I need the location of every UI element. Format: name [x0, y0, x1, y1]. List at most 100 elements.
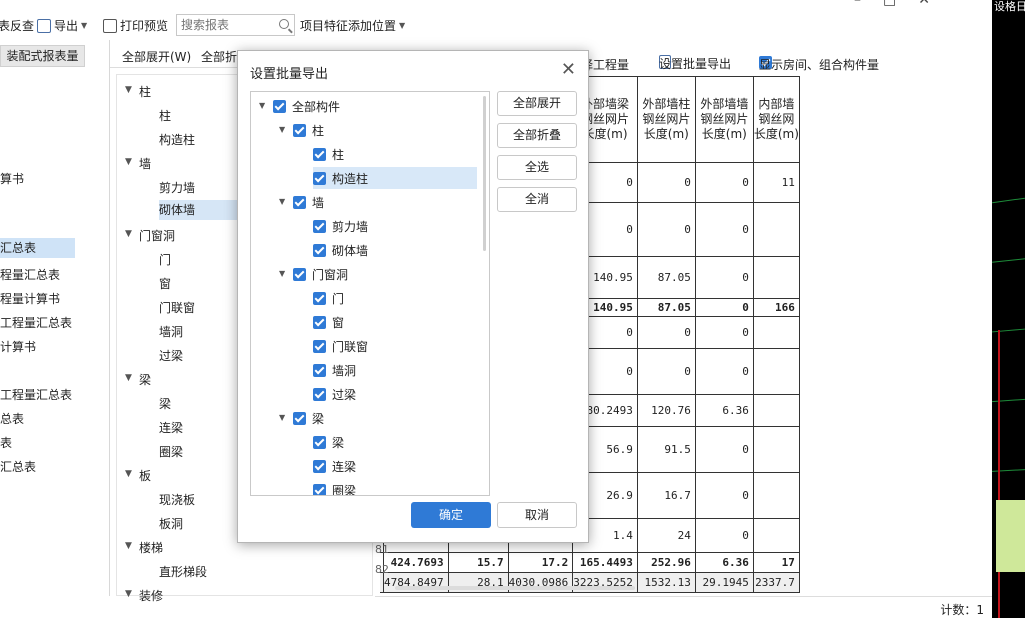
- expand-triangle-icon[interactable]: ▼: [279, 125, 285, 134]
- expand-triangle-icon[interactable]: ▼: [279, 197, 285, 206]
- ok-button[interactable]: 确定: [411, 502, 491, 528]
- table-cell[interactable]: 0: [694, 316, 754, 349]
- tree-item[interactable]: 板洞: [159, 515, 183, 532]
- table-cell[interactable]: 0: [636, 348, 696, 395]
- table-cell[interactable]: [752, 256, 800, 299]
- dialog-tree-item[interactable]: 剪力墙: [313, 215, 368, 237]
- table-cell[interactable]: 1532.13: [636, 572, 696, 593]
- tree-item[interactable]: 墙: [139, 155, 151, 172]
- tree-item[interactable]: 柱: [139, 83, 151, 100]
- dialog-tree-item[interactable]: 门联窗: [313, 335, 368, 357]
- tree-item[interactable]: 装修: [139, 587, 163, 604]
- table-cell[interactable]: [752, 394, 800, 427]
- expand-triangle-icon[interactable]: ▼: [125, 469, 132, 479]
- expand-all-button[interactable]: 全部展开: [497, 91, 577, 116]
- checkbox-icon[interactable]: [293, 411, 306, 425]
- tree-item[interactable]: 现浇板: [159, 491, 195, 508]
- checkbox-icon[interactable]: [313, 339, 326, 353]
- tree-item[interactable]: 板: [139, 467, 151, 484]
- table-cell[interactable]: 0: [636, 316, 696, 349]
- search-input[interactable]: [177, 15, 273, 35]
- table-cell[interactable]: [752, 426, 800, 473]
- print-preview-button[interactable]: 打印预览: [103, 17, 168, 34]
- table-cell[interactable]: 424.7693: [383, 552, 449, 573]
- maximize-icon[interactable]: □: [883, 0, 918, 8]
- tree-item[interactable]: 柱: [159, 107, 171, 124]
- checkbox-icon[interactable]: [313, 147, 326, 161]
- table-cell[interactable]: 0: [694, 426, 754, 473]
- table-cell[interactable]: 6.36: [694, 394, 754, 427]
- tree-item[interactable]: 剪力墙: [159, 179, 195, 196]
- expand-triangle-icon[interactable]: ▼: [125, 589, 132, 599]
- tree-item[interactable]: 连梁: [159, 419, 183, 436]
- reverse-lookup-button[interactable]: 表反查: [0, 17, 34, 34]
- checkbox-icon[interactable]: [313, 435, 326, 449]
- dialog-tree-item[interactable]: 门: [313, 287, 344, 309]
- checkbox-icon[interactable]: [313, 291, 326, 305]
- tree-item[interactable]: 圈梁: [159, 443, 183, 460]
- table-cell[interactable]: 6.36: [694, 552, 754, 573]
- report-item[interactable]: 程量计算书: [0, 290, 60, 307]
- dialog-tree-item[interactable]: 梁: [313, 431, 344, 453]
- checkbox-icon[interactable]: [313, 363, 326, 377]
- expand-triangle-icon[interactable]: ▼: [125, 85, 132, 95]
- tree-item[interactable]: 直形梯段: [159, 563, 207, 580]
- table-cell[interactable]: 11: [752, 162, 800, 203]
- dialog-tree-item[interactable]: 全部构件: [273, 95, 340, 117]
- select-all-button[interactable]: 全选: [497, 155, 577, 180]
- table-cell[interactable]: 91.5: [636, 426, 696, 473]
- cancel-button[interactable]: 取消: [497, 502, 577, 528]
- expand-triangle-icon[interactable]: ▼: [125, 229, 132, 239]
- tree-item[interactable]: 砌体墙: [159, 200, 237, 220]
- dialog-tree-item[interactable]: 连梁: [313, 455, 356, 477]
- expand-triangle-icon[interactable]: ▼: [125, 373, 132, 383]
- table-cell[interactable]: 0: [694, 162, 754, 203]
- close-icon[interactable]: ✕: [561, 59, 576, 80]
- expand-triangle-icon[interactable]: ▼: [259, 101, 265, 110]
- report-item[interactable]: 算书: [0, 170, 24, 187]
- dialog-tree-item[interactable]: 门窗洞: [293, 263, 348, 285]
- tree-item[interactable]: 门窗洞: [139, 227, 175, 244]
- dialog-tree-item[interactable]: 柱: [313, 143, 344, 165]
- report-item[interactable]: 汇总表: [0, 458, 36, 475]
- table-cell[interactable]: 29.1945: [694, 572, 754, 593]
- table-cell[interactable]: 87.05: [636, 256, 696, 299]
- table-cell[interactable]: 17: [752, 552, 800, 573]
- checkbox-icon[interactable]: [293, 195, 306, 209]
- dialog-tree-item[interactable]: 墙洞: [313, 359, 356, 381]
- dialog-tree-item[interactable]: 梁: [293, 407, 324, 429]
- collapse-all-button[interactable]: 全部折叠: [497, 123, 577, 148]
- checkbox-icon[interactable]: [293, 123, 306, 137]
- checkbox-icon[interactable]: [273, 99, 286, 113]
- table-cell[interactable]: 0: [694, 256, 754, 299]
- table-cell[interactable]: [752, 348, 800, 395]
- checkbox-icon[interactable]: [313, 483, 326, 495]
- table-cell[interactable]: 15.7: [447, 552, 509, 573]
- dialog-tree-item[interactable]: 墙: [293, 191, 324, 213]
- table-cell[interactable]: 87.05: [636, 298, 696, 317]
- dialog-tree-item[interactable]: 构造柱: [313, 167, 477, 189]
- report-item[interactable]: 工程量汇总表: [0, 386, 72, 403]
- expand-triangle-icon[interactable]: ▼: [279, 413, 285, 422]
- checkbox-icon[interactable]: [293, 267, 306, 281]
- expand-triangle-icon[interactable]: ▼: [279, 269, 285, 278]
- deselect-all-button[interactable]: 全消: [497, 187, 577, 212]
- table-cell[interactable]: 165.4493: [572, 552, 638, 573]
- horizontal-scrollbar[interactable]: [395, 586, 635, 590]
- tree-item[interactable]: 梁: [139, 371, 151, 388]
- checkbox-icon[interactable]: [313, 459, 326, 473]
- checkbox-icon[interactable]: [313, 315, 326, 329]
- table-cell[interactable]: [752, 472, 800, 519]
- tree-item[interactable]: 门联窗: [159, 299, 195, 316]
- search-icon[interactable]: [279, 19, 289, 29]
- tree-item[interactable]: 门: [159, 251, 171, 268]
- export-button[interactable]: 导出 ▼: [37, 17, 87, 34]
- dialog-tree-item[interactable]: 窗: [313, 311, 344, 333]
- dialog-tree-scrollbar[interactable]: [483, 96, 486, 251]
- report-item[interactable]: 程量汇总表: [0, 266, 60, 283]
- table-cell[interactable]: 24: [636, 518, 696, 553]
- tree-item[interactable]: 构造柱: [159, 131, 195, 148]
- table-cell[interactable]: 0: [636, 202, 696, 257]
- checkbox-icon[interactable]: [313, 171, 326, 185]
- checkbox-icon[interactable]: [313, 219, 326, 233]
